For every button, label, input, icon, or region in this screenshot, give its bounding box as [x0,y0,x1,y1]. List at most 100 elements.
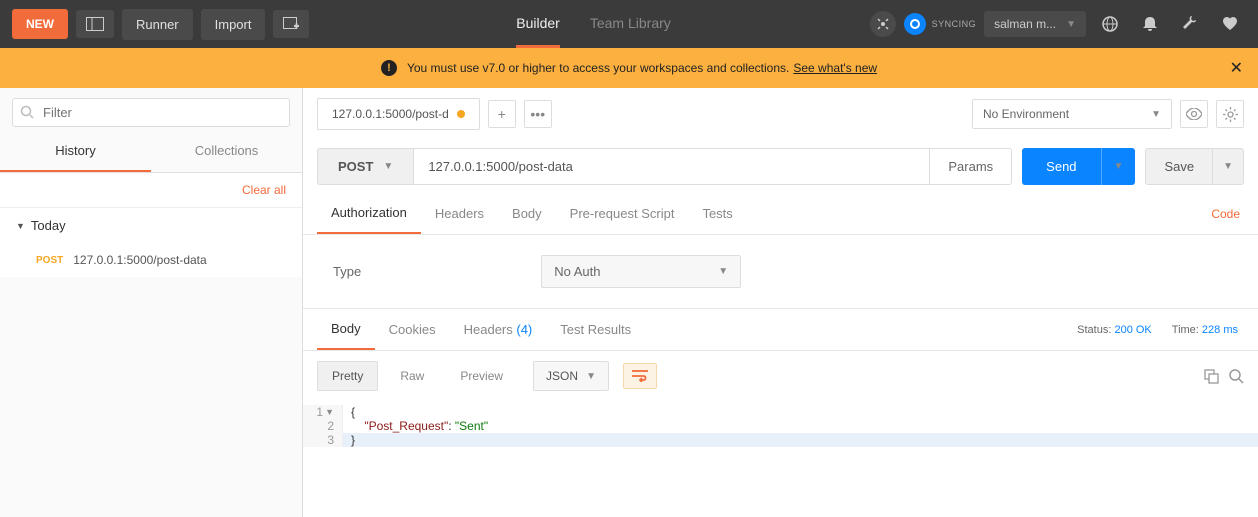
environment-quicklook-button[interactable] [1180,100,1208,128]
view-preview-button[interactable]: Preview [446,362,517,390]
method-badge: POST [36,255,63,266]
panels-icon [86,17,104,31]
code-link[interactable]: Code [1207,195,1244,233]
user-menu[interactable]: salman m... ▼ [984,11,1086,37]
runner-button[interactable]: Runner [122,9,193,40]
warning-banner: ! You must use v7.0 or higher to access … [0,48,1258,88]
resp-tab-body[interactable]: Body [317,309,375,350]
eye-icon [1186,108,1202,120]
new-button[interactable]: NEW [12,9,68,39]
chevron-down-icon: ▼ [1066,19,1076,30]
environment-select[interactable]: No Environment ▼ [972,99,1172,129]
req-tab-headers[interactable]: Headers [421,194,498,233]
tab-options-button[interactable]: ••• [524,100,552,128]
line-gutter[interactable]: 3 [303,433,343,447]
caret-down-icon: ▼ [16,221,25,231]
resp-headers-label: Headers [464,322,513,337]
content-area: 127.0.0.1:5000/post-d + ••• No Environme… [303,88,1258,517]
req-tab-tests[interactable]: Tests [688,194,746,233]
settings-gear-button[interactable] [1216,100,1244,128]
save-button[interactable]: Save [1145,148,1213,185]
new-window-button[interactable] [273,10,309,38]
wrap-icon [632,370,648,382]
send-dropdown[interactable]: ▼ [1101,148,1136,185]
sidebar-tabs: History Collections [0,131,302,173]
auth-section: Type No Auth ▼ [303,235,1258,309]
request-tab[interactable]: 127.0.0.1:5000/post-d [317,98,480,130]
dots-icon: ••• [530,106,545,122]
code-line: 1▼ { [303,405,1258,419]
method-select[interactable]: POST ▼ [317,148,413,185]
code-text[interactable]: "Post_Request": "Sent" [343,419,1258,433]
wrap-lines-button[interactable] [623,363,657,389]
format-label: JSON [546,369,578,383]
banner-link[interactable]: See what's new [793,61,877,75]
req-tab-prerequest[interactable]: Pre-request Script [556,194,689,233]
request-bar: POST ▼ Params Send ▼ Save ▼ [303,140,1258,193]
sidebar-tab-history[interactable]: History [0,131,151,172]
heart-icon [1222,17,1238,31]
code-text[interactable]: } [343,433,1258,447]
new-tab-icon [283,17,299,31]
tab-builder[interactable]: Builder [516,1,560,48]
view-pretty-button[interactable]: Pretty [317,361,378,391]
line-gutter[interactable]: 2 [303,419,343,433]
globe-icon [1102,16,1118,32]
copy-button[interactable] [1204,369,1219,384]
view-raw-button[interactable]: Raw [386,362,438,390]
format-select[interactable]: JSON ▼ [533,361,609,391]
chevron-down-icon: ▼ [1223,161,1233,172]
history-group-label: Today [31,218,66,233]
bell-icon [1143,16,1157,32]
clear-all-link[interactable]: Clear all [0,173,302,208]
filter-input[interactable] [12,98,290,127]
status-label: Status: [1077,324,1111,336]
auth-type-value: No Auth [554,264,600,279]
header-right: SYNCING salman m... ▼ [870,8,1246,40]
capture-button[interactable] [870,11,896,37]
auth-type-label: Type [333,264,361,279]
banner-close-button[interactable]: ✕ [1230,58,1243,78]
sidebar-tab-collections[interactable]: Collections [151,131,302,172]
send-button[interactable]: Send [1022,148,1100,185]
time-value: 228 ms [1202,324,1238,336]
code-line: 2 "Post_Request": "Sent" [303,419,1258,433]
chevron-down-icon: ▼ [586,371,596,382]
dirty-indicator-icon [457,110,465,118]
banner-text: You must use v7.0 or higher to access yo… [407,61,789,75]
code-text[interactable]: { [343,405,1258,419]
sidebar: History Collections Clear all ▼ Today PO… [0,88,303,517]
settings-button[interactable] [1174,8,1206,40]
tab-team-library[interactable]: Team Library [590,1,671,48]
auth-type-select[interactable]: No Auth ▼ [541,255,741,288]
resp-tab-headers[interactable]: Headers (4) [450,310,547,349]
req-tab-authorization[interactable]: Authorization [317,193,421,234]
request-tabs: Authorization Headers Body Pre-request S… [303,193,1258,235]
resp-tab-cookies[interactable]: Cookies [375,310,450,349]
header-center-tabs: Builder Team Library [317,1,869,48]
environment-label: No Environment [983,107,1069,121]
line-gutter[interactable]: 1▼ [303,405,343,419]
add-tab-button[interactable]: + [488,100,516,128]
notifications-button[interactable] [1134,8,1166,40]
search-icon [1229,369,1244,384]
params-button[interactable]: Params [930,148,1012,185]
favorite-button[interactable] [1214,8,1246,40]
user-label: salman m... [994,17,1056,31]
sync-label: SYNCING [932,19,977,29]
save-dropdown[interactable]: ▼ [1213,148,1244,185]
fold-icon[interactable]: ▼ [325,407,334,417]
history-group-header[interactable]: ▼ Today [0,208,302,243]
resp-tab-testresults[interactable]: Test Results [546,310,645,349]
layout-toggle-button[interactable] [76,10,114,38]
browse-button[interactable] [1094,8,1126,40]
tab-row: 127.0.0.1:5000/post-d + ••• No Environme… [303,88,1258,140]
import-button[interactable]: Import [201,9,266,40]
status-value: 200 OK [1114,324,1151,336]
url-input[interactable] [413,148,930,185]
req-tab-body[interactable]: Body [498,194,556,233]
chevron-down-icon: ▼ [1114,161,1124,172]
search-response-button[interactable] [1229,369,1244,384]
history-item[interactable]: POST 127.0.0.1:5000/post-data [0,243,302,277]
copy-icon [1204,369,1219,384]
